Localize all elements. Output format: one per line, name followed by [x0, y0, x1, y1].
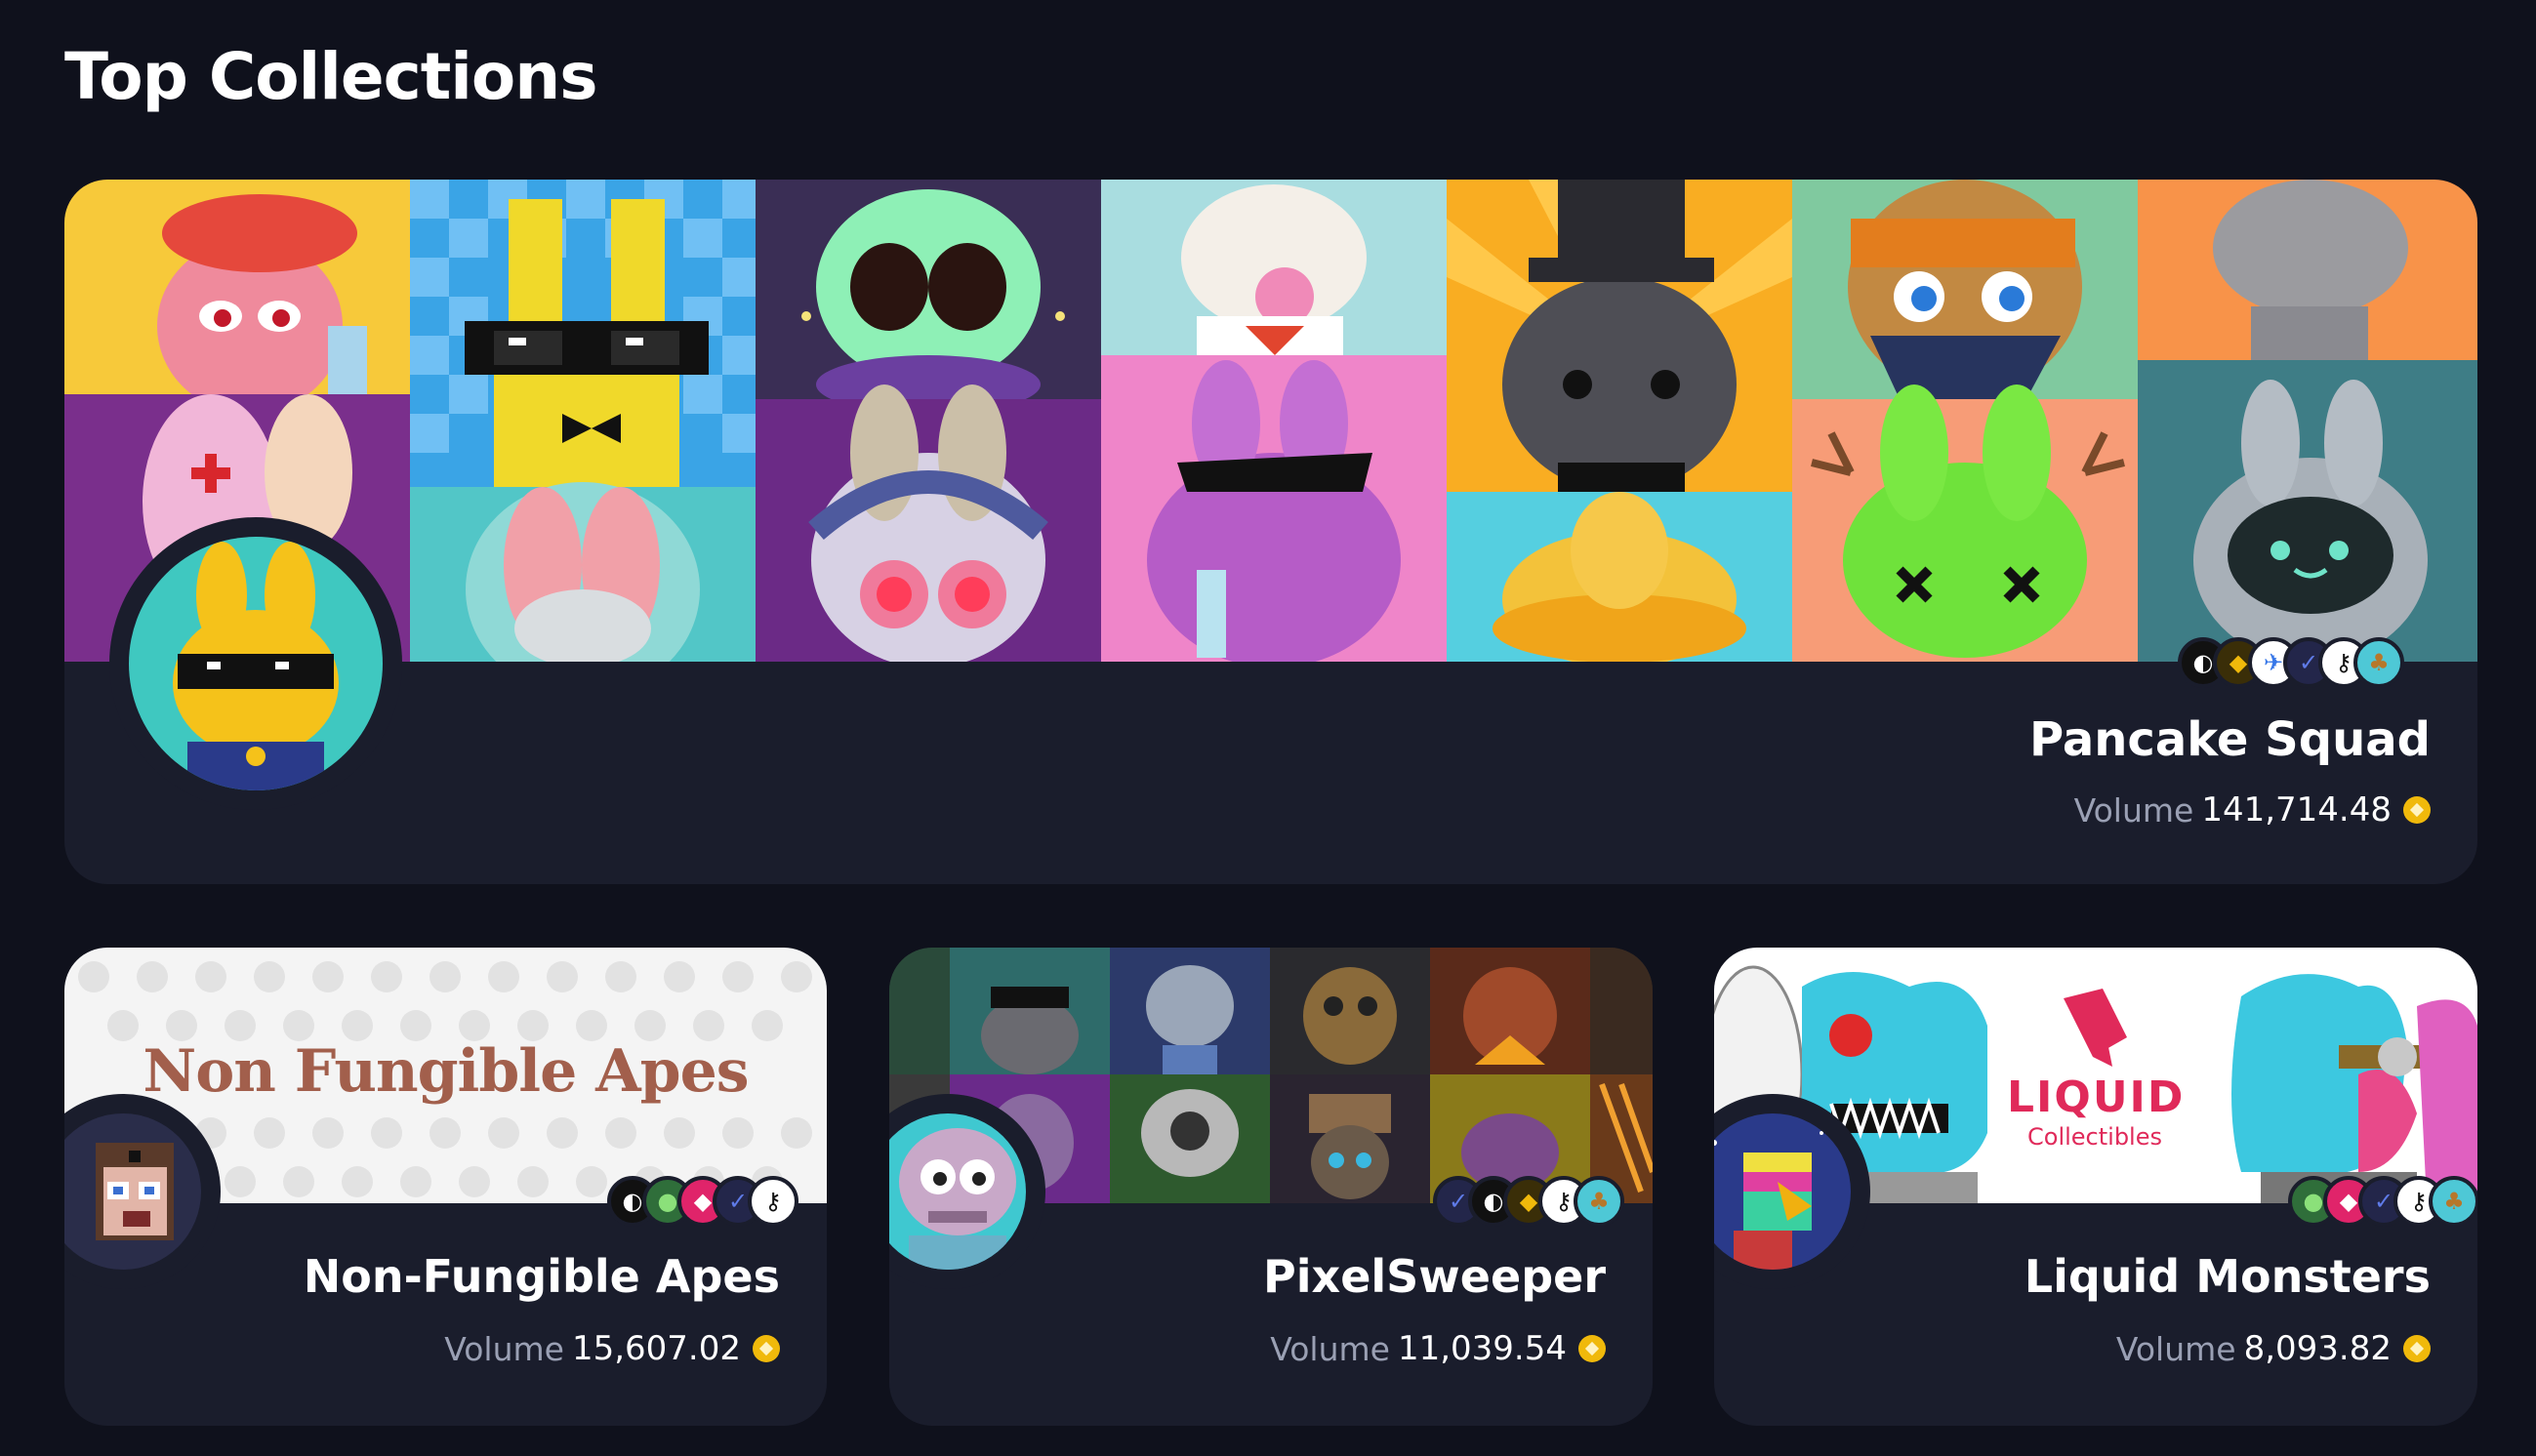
pixel-ape-avatar-icon [96, 1143, 174, 1240]
bnb-coin-icon [2403, 796, 2431, 824]
collection-avatar[interactable] [109, 517, 402, 810]
collection-name[interactable]: Liquid Monsters [2025, 1250, 2431, 1303]
collection-name[interactable]: PixelSweeper [1263, 1250, 1606, 1303]
bnb-coin-icon [2403, 1335, 2431, 1362]
collection-volume: Volume 11,039.54 [1270, 1329, 1606, 1368]
collection-banner [64, 180, 2477, 662]
collection-card-pixelsweeper[interactable]: ✓ ◐ ◆ ⚷ ♣ PixelSweeper Volume 11,039.54 [889, 948, 1653, 1426]
liquid-logo-icon [2064, 989, 2127, 1067]
featured-collection-card[interactable]: ◐ ◆ ✈ ✓ ⚷ ♣ Pancake Squad Volume 141,714… [64, 180, 2477, 884]
banner-logo-subtext: Collectibles [2027, 1123, 2162, 1151]
marketplace-icons: ● ◆ ✓ ⚷ ♣ [2288, 1176, 2477, 1227]
marketplace-icons: ◐ ◆ ✈ ✓ ⚷ ♣ [2178, 637, 2432, 688]
key-icon[interactable]: ⚷ [748, 1176, 798, 1227]
volume-value: 15,607.02 [571, 1329, 741, 1368]
banner-artwork [64, 180, 2477, 662]
collection-volume: Volume 15,607.02 [444, 1329, 780, 1368]
robot-avatar-icon [899, 1128, 1016, 1270]
collection-volume: Volume 141,714.48 [2074, 790, 2431, 829]
collection-card-liquid-monsters[interactable]: LIQUID Collectibles ● ◆ ✓ ⚷ ♣ Liquid Mon… [1714, 948, 2477, 1426]
volume-value: 11,039.54 [1397, 1329, 1567, 1368]
banner-title: Non Fungible Apes [143, 1037, 749, 1106]
volume-value: 8,093.82 [2243, 1329, 2392, 1368]
marketplace-icons: ✓ ◐ ◆ ⚷ ♣ [1433, 1176, 1624, 1227]
marketplace-icons: ◐ ● ◆ ✓ ⚷ [607, 1176, 798, 1227]
pancake-bunny-avatar-icon [173, 542, 339, 790]
volume-label: Volume [2115, 1329, 2236, 1368]
volume-label: Volume [2073, 790, 2194, 829]
banner-logo-text: LIQUID [2007, 1072, 2186, 1122]
volume-value: 141,714.48 [2201, 790, 2392, 829]
collection-name[interactable]: Non-Fungible Apes [304, 1250, 780, 1303]
pancakeswap-icon[interactable]: ♣ [1574, 1176, 1624, 1227]
collection-volume: Volume 8,093.82 [2116, 1329, 2431, 1368]
top-collections-page: Top Collections ◐ ◆ ✈ ✓ ⚷ ♣ Pancake Squa… [0, 0, 2536, 1456]
pancakeswap-icon[interactable]: ♣ [2353, 637, 2404, 688]
monster-avatar-icon [1714, 1131, 1823, 1270]
bnb-coin-icon [753, 1335, 780, 1362]
bnb-coin-icon [1578, 1335, 1606, 1362]
section-title: Top Collections [64, 39, 598, 114]
pancakeswap-icon[interactable]: ♣ [2429, 1176, 2477, 1227]
volume-label: Volume [444, 1329, 564, 1368]
collection-card-non-fungible-apes[interactable]: Non Fungible Apes ◐ ● ◆ ✓ ⚷ Non-Fungible [64, 948, 827, 1426]
volume-label: Volume [1270, 1329, 1390, 1368]
collection-name[interactable]: Pancake Squad [2029, 712, 2431, 767]
